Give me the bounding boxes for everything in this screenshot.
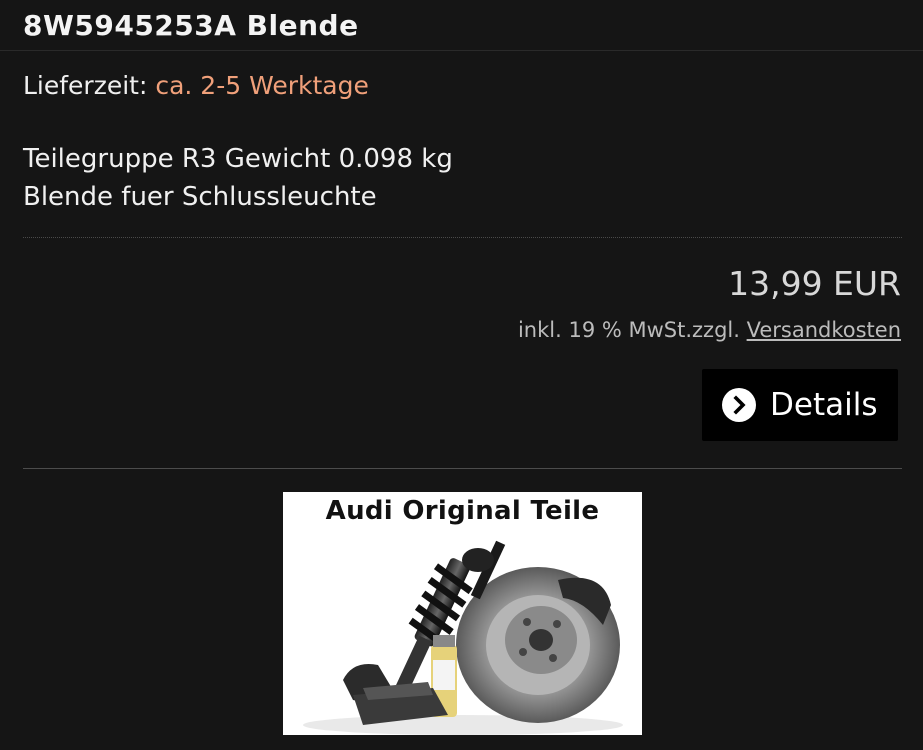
description-line-2: Blende fuer Schlussleuchte (23, 182, 377, 212)
delivery-info: Lieferzeit: ca. 2-5 Werktage (23, 71, 369, 100)
image-banner-text: Audi Original Teile (325, 496, 600, 526)
shipping-costs-link[interactable]: Versandkosten (747, 318, 901, 342)
brake-parts-illustration (303, 540, 623, 735)
details-button-label: Details (770, 387, 878, 423)
chevron-right-circle-icon (722, 388, 756, 422)
header-divider (0, 50, 923, 51)
product-image[interactable]: Audi Original Teile (283, 492, 642, 735)
product-title: 8W5945253A Blende (23, 9, 359, 42)
section-divider (23, 468, 902, 469)
tax-text: inkl. 19 % MwSt.zzgl. (517, 318, 740, 342)
product-price: 13,99 EUR (728, 264, 901, 303)
dotted-divider (23, 237, 902, 238)
product-description: Teilegruppe R3 Gewicht 0.098 kg Blende f… (23, 140, 453, 216)
delivery-value: ca. 2-5 Werktage (155, 71, 369, 100)
description-line-1: Teilegruppe R3 Gewicht 0.098 kg (23, 144, 453, 174)
delivery-label: Lieferzeit: (23, 71, 148, 100)
details-button[interactable]: Details (702, 369, 898, 441)
tax-info: inkl. 19 % MwSt.zzgl. Versandkosten (518, 318, 901, 342)
